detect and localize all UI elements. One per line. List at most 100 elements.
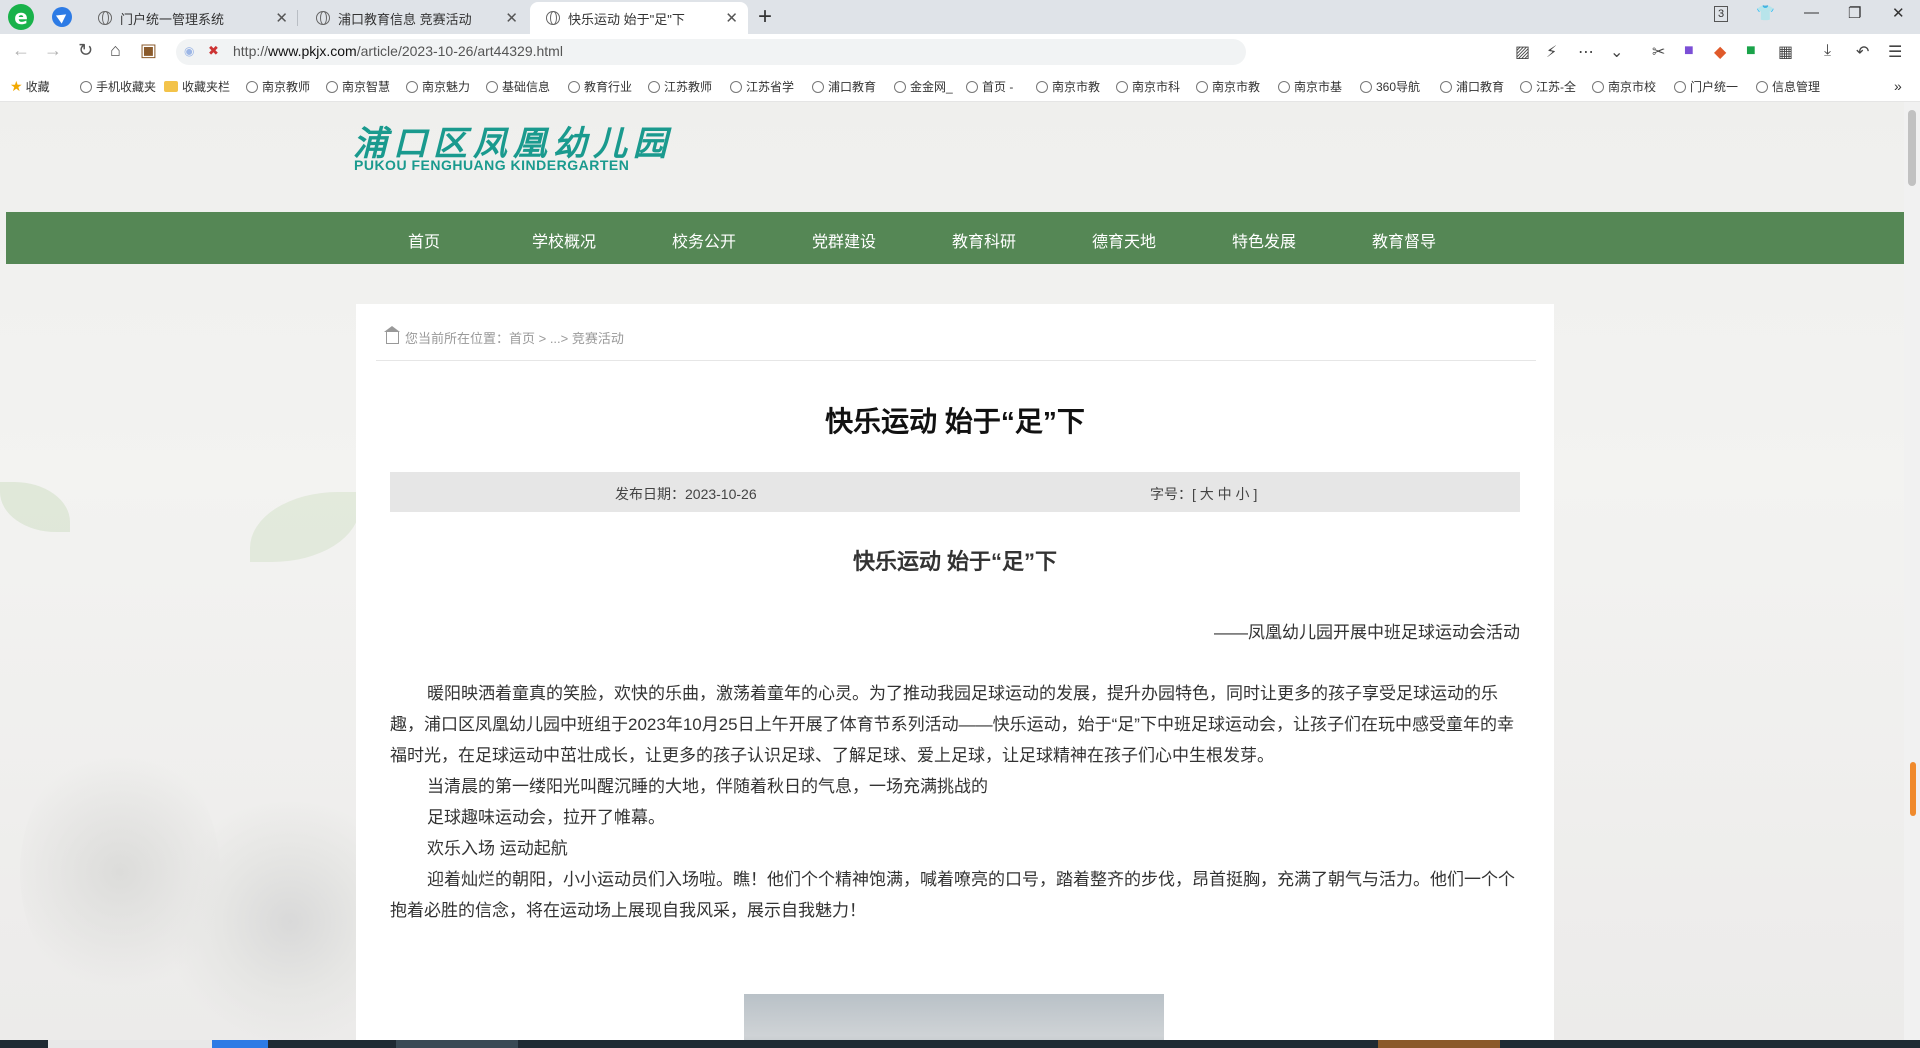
bookmark-label: 信息管理 [1772, 80, 1821, 94]
bookmark-item[interactable]: ★ 收藏 [10, 78, 50, 95]
bookmark-item[interactable]: 江苏省学 [730, 78, 794, 95]
skin-icon[interactable]: 👕 [1756, 4, 1775, 22]
bookmark-label: 基础信息 [502, 80, 551, 94]
bookmark-item[interactable]: 手机收藏夹 [80, 78, 156, 95]
apps-grid-icon[interactable]: ▦ [1778, 42, 1793, 62]
nav-education-supervision[interactable]: 教育督导 [1372, 228, 1436, 252]
folder-icon [164, 81, 178, 92]
font-size-control[interactable]: 字号：[ 大 中 小 ] [1150, 484, 1257, 504]
bookmark-label: 首页 - [982, 80, 1014, 94]
lightning-icon[interactable]: ⚡ [1546, 42, 1557, 62]
nav-home[interactable]: 首页 [408, 228, 440, 252]
bookmark-item[interactable]: 门户统一 [1674, 78, 1738, 95]
bookmark-label: 江苏-全 [1536, 80, 1576, 94]
page-scrollbar[interactable] [1904, 102, 1920, 1040]
globe-icon [1674, 81, 1686, 93]
nav-school-affairs[interactable]: 校务公开 [672, 228, 736, 252]
nav-party-building[interactable]: 党群建设 [812, 228, 876, 252]
tab-article-active[interactable]: 快乐运动 始于"足"下 ✕ [530, 2, 748, 34]
bookmark-item[interactable]: 信息管理 [1756, 78, 1820, 95]
side-float-tab[interactable] [1910, 762, 1916, 816]
restore-icon[interactable]: ❐ [1848, 4, 1861, 22]
bookmark-label: 南京魅力 [422, 80, 471, 94]
publish-date: 发布日期：2023-10-26 [615, 486, 757, 502]
bookmark-label: 南京市科 [1132, 80, 1181, 94]
extension-purple-icon[interactable]: ■ [1684, 42, 1694, 60]
bookmark-label: 浦口教育 [1456, 80, 1505, 94]
globe-icon [1196, 81, 1208, 93]
bookmark-label: 收藏夹栏 [182, 80, 231, 94]
back-icon[interactable]: ← [12, 40, 30, 61]
home-icon[interactable]: ⌂ [110, 40, 121, 61]
globe-icon [568, 81, 580, 93]
bookmark-item[interactable]: 360导航 [1360, 78, 1420, 95]
bookmark-item[interactable]: 教育行业 [568, 78, 632, 95]
tab-title: 浦口教育信息 竞赛活动 [338, 11, 472, 27]
wechat-icon[interactable]: ■ [1746, 42, 1756, 60]
site-icon [1520, 81, 1532, 93]
bookmark-label: 南京市校 [1608, 80, 1657, 94]
briefcase-icon[interactable]: ▣ [140, 40, 157, 61]
menu-icon[interactable]: ☰ [1888, 42, 1902, 62]
bookmark-item[interactable]: 南京市科 [1116, 78, 1180, 95]
scrollbar-thumb[interactable] [1908, 110, 1916, 186]
new-tab-button[interactable]: + [758, 4, 772, 30]
close-icon[interactable]: ✕ [725, 9, 738, 27]
bookmark-label: 南京市基 [1294, 80, 1343, 94]
game-icon[interactable]: ◆ [1714, 42, 1726, 62]
insecure-icon[interactable]: ✖ [208, 43, 219, 59]
nav-school-overview[interactable]: 学校概况 [532, 228, 596, 252]
minimize-icon[interactable]: — [1804, 4, 1819, 21]
site-info-icon[interactable]: ◉ [184, 44, 194, 58]
globe-icon [1756, 81, 1768, 93]
bookmark-item[interactable]: 浦口教育 [1440, 78, 1504, 95]
chevron-down-icon[interactable]: ⌄ [1610, 42, 1623, 62]
article-paragraph: 暖阳映洒着童真的笑脸，欢快的乐曲，激荡着童年的心灵。为了推动我园足球运动的发展，… [390, 684, 1514, 765]
bookmark-item[interactable]: 南京智慧 [326, 78, 390, 95]
forward-icon[interactable]: → [44, 40, 62, 61]
more-icon[interactable]: ⋯ [1578, 42, 1594, 62]
article-subtitle: 快乐运动 始于“足”下 [852, 549, 1058, 574]
bookmark-label: 教育行业 [584, 80, 633, 94]
tab-count-badge[interactable]: 3 [1714, 6, 1728, 22]
nav-moral-education[interactable]: 德育天地 [1092, 228, 1156, 252]
site-icon [1360, 81, 1372, 93]
bookmark-item[interactable]: 南京市校 [1592, 78, 1656, 95]
bookmarks-bar: ★ 收藏 手机收藏夹 收藏夹栏 南京教师 南京智慧 南京魅力 基础信息 教育行业 江苏教师 江苏省学… [0, 70, 1920, 102]
bookmark-item[interactable]: 南京教师 [246, 78, 310, 95]
bookmark-item[interactable]: 江苏教师 [648, 78, 712, 95]
phone-icon [80, 81, 92, 93]
close-icon[interactable]: ✕ [275, 9, 288, 27]
bookmark-label: 南京市教 [1212, 80, 1261, 94]
nav-education-research[interactable]: 教育科研 [952, 228, 1016, 252]
download-icon[interactable]: ⤓ [1824, 42, 1831, 60]
bookmark-label: 南京智慧 [342, 80, 391, 94]
scissors-icon[interactable]: ✂ [1652, 42, 1665, 62]
bookmark-item[interactable]: 南京魅力 [406, 78, 470, 95]
bookmark-item[interactable]: 南京市教 [1036, 78, 1100, 95]
bookmarks-overflow-icon[interactable]: » [1894, 78, 1902, 94]
reload-icon[interactable]: ↻ [78, 40, 93, 61]
nav-special-development[interactable]: 特色发展 [1232, 228, 1296, 252]
tab-competition[interactable]: 浦口教育信息 竞赛活动 ✕ [300, 2, 528, 34]
undo-icon[interactable]: ↶ [1856, 42, 1869, 62]
bookmark-item[interactable]: 江苏-全 [1520, 78, 1576, 95]
globe-icon [730, 81, 742, 93]
bookmark-item[interactable]: 收藏夹栏 [164, 78, 230, 95]
bookmark-item[interactable]: 首页 - [966, 78, 1013, 95]
bookmark-item[interactable]: 南京市基 [1278, 78, 1342, 95]
image-icon[interactable]: ▨ [1515, 42, 1530, 62]
bookmark-label: 江苏省学 [746, 80, 795, 94]
close-icon[interactable]: ✕ [505, 9, 518, 27]
bookmark-item[interactable]: 金金网_ [894, 78, 953, 95]
bookmark-item[interactable]: 南京市教 [1196, 78, 1260, 95]
bookmark-item[interactable]: 浦口教育 [812, 78, 876, 95]
url-text[interactable]: http://www.pkjx.com/article/2023-10-26/a… [233, 43, 563, 59]
window-close-icon[interactable]: ✕ [1892, 4, 1905, 22]
os-taskbar [0, 1040, 1920, 1048]
browser-logo-icon[interactable]: e [8, 4, 34, 30]
pinned-tab-icon[interactable] [52, 7, 72, 27]
tab-portal[interactable]: 门户统一管理系统 ✕ [82, 2, 298, 34]
breadcrumb-text[interactable]: 您当前所在位置：首页 > ...> 竞赛活动 [405, 331, 624, 346]
bookmark-item[interactable]: 基础信息 [486, 78, 550, 95]
